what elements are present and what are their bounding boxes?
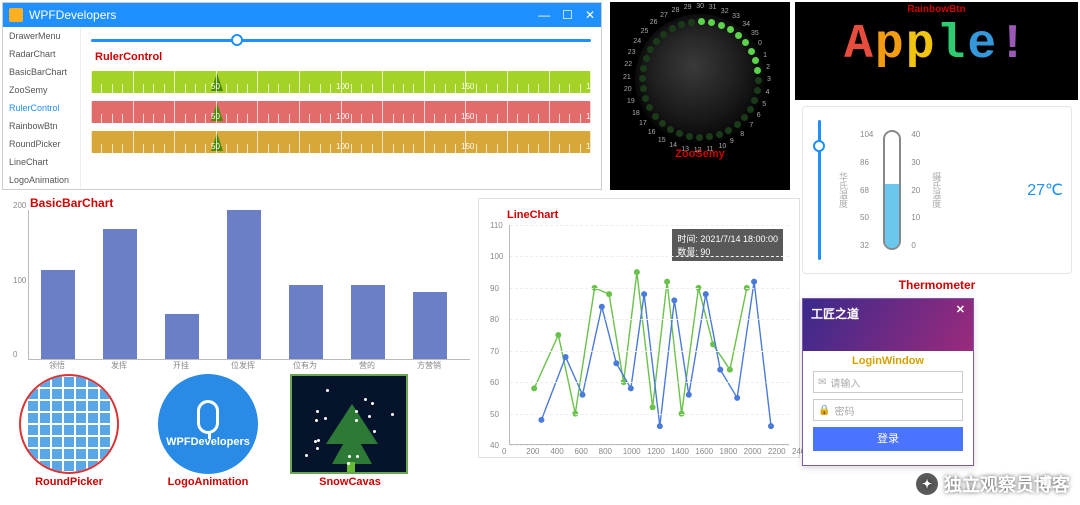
ruler-label: RulerControl: [95, 51, 591, 63]
thermo-tube: [883, 130, 901, 250]
ruler-bar-gold[interactable]: 50100150190: [91, 131, 591, 153]
login-header-text: 工匠之道: [811, 307, 859, 321]
thermo-label: Thermometer: [802, 278, 1072, 292]
bar-5[interactable]: [351, 285, 385, 360]
window-titlebar[interactable]: WPFDevelopers — ☐ ✕: [3, 3, 601, 27]
minimize-button[interactable]: —: [538, 8, 550, 22]
wechat-icon: ✦: [916, 473, 938, 495]
round-picker-label: RoundPicker: [14, 476, 124, 488]
bar-4[interactable]: [289, 285, 323, 360]
window-title: WPFDevelopers: [29, 8, 116, 22]
watermark: ✦ 独立观察员博客: [916, 471, 1070, 497]
line-chart-title: LineChart: [507, 209, 793, 221]
sidebar-item-rainbowbtn[interactable]: RainbowBtn: [3, 117, 80, 135]
horizontal-slider[interactable]: [91, 33, 591, 47]
thermo-left-text: 华氏温度: [837, 172, 850, 208]
watermark-text: 独立观察员博客: [944, 471, 1070, 497]
ruler-bar-green[interactable]: 50100150190: [91, 71, 591, 93]
ruler-main: RulerControl 50100150190 50100150190 501…: [81, 27, 601, 189]
snow-canvas-label: SnowCavas: [290, 476, 410, 488]
vertical-slider[interactable]: [811, 120, 827, 260]
sidebar-item-rulercontrol[interactable]: RulerControl: [3, 99, 80, 117]
thermo-temp: 27℃: [1027, 180, 1063, 200]
sidebar-item-radarchart[interactable]: RadarChart: [3, 45, 80, 63]
ruler-control-window: WPFDevelopers — ☐ ✕ DrawerMenuRadarChart…: [2, 2, 602, 190]
lock-icon: 🔒: [818, 405, 830, 416]
zoosemy-panel: 2021222324252627282930313233343501234567…: [610, 2, 790, 190]
sidebar-item-zoosemy[interactable]: ZooSemy: [3, 81, 80, 99]
close-button[interactable]: ✕: [585, 8, 595, 22]
login-close-icon[interactable]: ✕: [956, 303, 965, 316]
sidebar-item-basicbarchart[interactable]: BasicBarChart: [3, 63, 80, 81]
basic-bar-chart: BasicBarChart 0100200领悟发挥开挂位发挥位有为营的方营销: [10, 196, 470, 366]
login-window: 工匠之道 ✕ LoginWindow ✉请输入 🔒密码 登录: [802, 298, 974, 466]
microscope-icon: [197, 400, 219, 434]
logo-circle: WPFDevelopers: [158, 374, 258, 474]
login-button[interactable]: 登录: [813, 427, 963, 451]
thermometer-panel: 华氏温度 10486685032 403020100 摄氏温度 27℃: [802, 106, 1072, 274]
round-picker-thumb[interactable]: RoundPicker: [14, 374, 124, 488]
line-chart: LineChart 时间: 2021/7/14 18:00:00 数量: 90 …: [478, 198, 800, 458]
bar-6[interactable]: [413, 292, 447, 359]
logo-animation-label: LogoAnimation: [138, 476, 278, 488]
round-picker-grid[interactable]: [19, 374, 119, 474]
thermo-scale-left: 10486685032: [860, 130, 873, 250]
app-icon: [9, 8, 23, 22]
bar-0[interactable]: [41, 270, 75, 359]
sidebar-item-drawermenu[interactable]: DrawerMenu: [3, 27, 80, 45]
rainbow-text[interactable]: Apple!: [795, 21, 1078, 69]
sidebar-list: DrawerMenuRadarChartBasicBarChartZooSemy…: [3, 27, 81, 189]
ruler-bar-red[interactable]: 50100150190: [91, 101, 591, 123]
snow-canvas: [290, 374, 408, 474]
bar-3[interactable]: [227, 210, 261, 359]
logo-animation-thumb[interactable]: WPFDevelopers LogoAnimation: [138, 374, 278, 488]
maximize-button[interactable]: ☐: [562, 8, 573, 22]
rainbow-label: RainbowBtn: [795, 4, 1078, 15]
login-title: LoginWindow: [813, 355, 963, 367]
mail-icon: ✉: [818, 377, 826, 388]
username-input[interactable]: ✉请输入: [813, 371, 963, 393]
sidebar-item-roundpicker[interactable]: RoundPicker: [3, 135, 80, 153]
bar-1[interactable]: [103, 229, 137, 359]
dial-knob[interactable]: 2021222324252627282930313233343501234567…: [635, 14, 765, 144]
sidebar-item-linechart[interactable]: LineChart: [3, 153, 80, 171]
thermo-right-text: 摄氏温度: [930, 172, 943, 208]
snow-canvas-thumb[interactable]: SnowCavas: [290, 374, 410, 488]
password-input[interactable]: 🔒密码: [813, 399, 963, 421]
login-header[interactable]: 工匠之道 ✕: [803, 299, 973, 351]
sidebar-item-logoanimation[interactable]: LogoAnimation: [3, 171, 80, 189]
bar-chart-title: BasicBarChart: [30, 196, 470, 210]
rainbowbtn-panel: RainbowBtn Apple!: [795, 2, 1078, 100]
bar-2[interactable]: [165, 314, 199, 359]
thermo-scale-right: 403020100: [911, 130, 920, 250]
